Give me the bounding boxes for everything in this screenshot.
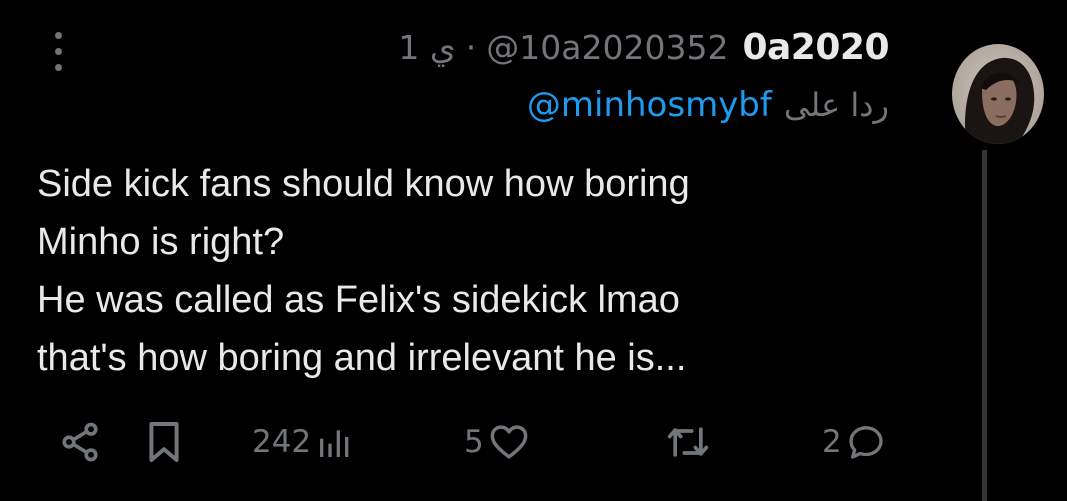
retweet-icon: [667, 427, 709, 457]
reply-icon: [849, 426, 883, 459]
avatar[interactable]: [952, 44, 1044, 144]
reply-to-handle[interactable]: @minhosmybf: [527, 85, 772, 125]
bookmark-icon: [149, 422, 179, 462]
reply-context: @minhosmybf ردا على: [527, 80, 889, 130]
tweet-meta: 1 ي · @10a2020352: [398, 28, 728, 67]
action-bar: 242 5 2: [0, 415, 940, 469]
meta-separator: ·: [465, 27, 477, 67]
more-vertical-icon[interactable]: [46, 30, 72, 74]
like-button[interactable]: 5: [464, 415, 530, 469]
views-button[interactable]: 242: [252, 415, 355, 469]
tweet-header: 1 ي · @10a2020352 0a2020: [398, 22, 889, 72]
reply-button[interactable]: 2: [822, 415, 886, 469]
share-button[interactable]: [58, 415, 102, 469]
like-count: 5: [464, 424, 484, 460]
views-icon: [320, 430, 349, 457]
user-handle[interactable]: @10a2020352: [486, 28, 728, 67]
share-icon: [62, 422, 98, 462]
reply-count: 2: [822, 424, 842, 460]
tweet-text: Side kick fans should know how boring Mi…: [37, 163, 690, 379]
thread-line: [982, 150, 987, 501]
retweet-button[interactable]: [664, 415, 712, 469]
tweet-time[interactable]: 1 ي: [398, 28, 455, 67]
like-icon: [490, 425, 528, 459]
reply-to-label: ردا على: [783, 86, 889, 124]
bookmark-button[interactable]: [146, 415, 182, 469]
views-count: 242: [252, 424, 312, 460]
display-name[interactable]: 0a2020: [742, 27, 889, 68]
